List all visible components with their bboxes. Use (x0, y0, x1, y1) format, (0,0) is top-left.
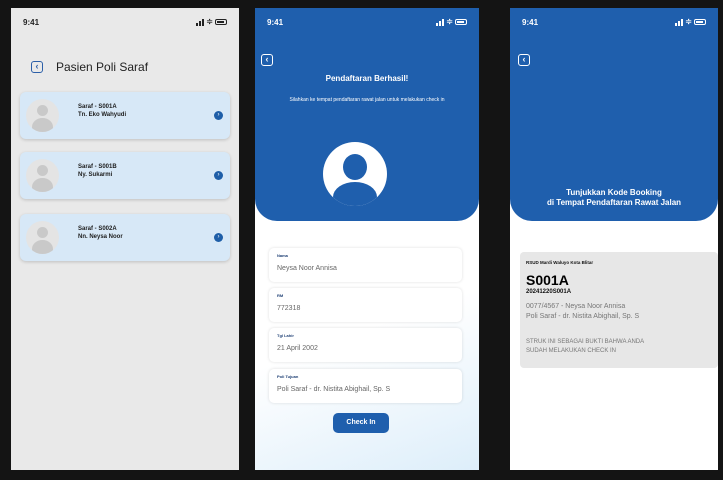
clinic-field: Poli Tujuan Poli Saraf - dr. Nistita Abi… (269, 369, 462, 403)
booking-number: 20241220S001A (526, 289, 572, 295)
field-value: 21 April 2002 (277, 345, 318, 352)
receipt-note: STRUK INI SEBAGAI BUKTI BAHWA ANDA SUDAH… (526, 338, 644, 356)
patient-name: Tn. Eko Wahyudi (78, 112, 127, 118)
instruction-text: Tunjukkan Kode Booking di Tempat Pendaft… (510, 188, 718, 208)
instruction-line: Tunjukkan Kode Booking (566, 188, 662, 197)
signal-icon (436, 18, 445, 26)
field-value: Neysa Noor Annisa (277, 265, 337, 272)
check-in-button[interactable]: Check In (333, 413, 389, 433)
status-time: 9:41 (23, 18, 40, 27)
patient-name: Nn. Neysa Noor (78, 234, 123, 240)
status-bar: 9:41 ≑ (255, 18, 479, 32)
patient-card[interactable]: Saraf - S001B Ny. Sukarmi › (20, 152, 230, 199)
status-time: 9:41 (267, 18, 284, 27)
hospital-name: RSUD Mardi Waluyo Kota Blitar (526, 260, 594, 265)
patient-code: Saraf - S002A (78, 226, 117, 232)
field-label: Nama (277, 253, 288, 258)
arrow-right-icon[interactable]: › (214, 233, 223, 242)
wifi-icon: ≑ (206, 17, 213, 26)
status-icons: ≑ (675, 18, 706, 26)
status-bar: 9:41 ≑ (510, 18, 718, 32)
registration-screen: 9:41 ≑ ‹ Pendaftaran Berhasil! Silahkan … (255, 8, 479, 470)
back-button[interactable]: ‹ (518, 54, 530, 66)
patient-list-screen: 9:41 ≑ ‹ Pasien Poli Saraf Saraf - S001A… (11, 8, 239, 470)
user-avatar-icon (323, 142, 387, 206)
wifi-icon: ≑ (685, 17, 692, 26)
booking-ticket: RSUD Mardi Waluyo Kota Blitar S001A 2024… (520, 252, 718, 368)
field-value: Poli Saraf - dr. Nistita Abighail, Sp. S (277, 386, 391, 393)
arrow-right-icon[interactable]: › (214, 171, 223, 180)
patient-info-line: 0077/4567 - Neysa Noor Annisa (526, 303, 626, 310)
avatar-icon (26, 159, 59, 192)
avatar-icon (26, 99, 59, 132)
status-time: 9:41 (522, 18, 539, 27)
back-button[interactable]: ‹ (31, 61, 43, 73)
field-label: RM (277, 293, 284, 298)
patient-card[interactable]: Saraf - S002A Nn. Neysa Noor › (20, 214, 230, 261)
signal-icon (196, 18, 205, 26)
battery-icon (215, 19, 227, 25)
name-field: Nama Neysa Noor Annisa (269, 248, 462, 282)
instruction-line: di Tempat Pendaftaran Rawat Jalan (546, 198, 682, 207)
field-label: Tgl Lahir (277, 333, 294, 338)
receipt-note-line: SUDAH MELAKUKAN CHECK IN (526, 348, 617, 354)
patient-code: Saraf - S001A (78, 104, 117, 110)
birthdate-field: Tgl Lahir 21 April 2002 (269, 328, 462, 362)
field-label: Poli Tujuan (277, 374, 299, 379)
booking-code: S001A (526, 272, 569, 288)
success-subtitle: Silahkan ke tempat pendaftaran rawat jal… (289, 97, 445, 103)
back-button[interactable]: ‹ (261, 54, 273, 66)
signal-icon (675, 18, 684, 26)
patient-info-line: Poli Saraf - dr. Nistita Abighail, Sp. S (526, 313, 640, 320)
status-bar: 9:41 ≑ (11, 18, 239, 32)
success-title: Pendaftaran Berhasil! (325, 74, 409, 83)
patient-code: Saraf - S001B (78, 164, 117, 170)
medical-record-field: RM 772318 (269, 288, 462, 322)
patient-name: Ny. Sukarmi (78, 172, 113, 178)
avatar-icon (26, 221, 59, 254)
booking-code-screen: 9:41 ≑ ‹ Tunjukkan Kode Booking di Tempa… (510, 8, 718, 470)
patient-info: 0077/4567 - Neysa Noor Annisa Poli Saraf… (526, 302, 639, 322)
status-icons: ≑ (436, 18, 467, 26)
battery-icon (455, 19, 467, 25)
patient-card[interactable]: Saraf - S001A Tn. Eko Wahyudi › (20, 92, 230, 139)
receipt-note-line: STRUK INI SEBAGAI BUKTI BAHWA ANDA (526, 339, 645, 345)
arrow-right-icon[interactable]: › (214, 111, 223, 120)
status-icons: ≑ (196, 18, 227, 26)
page-title: Pasien Poli Saraf (56, 60, 149, 74)
field-value: 772318 (277, 305, 301, 312)
wifi-icon: ≑ (446, 17, 453, 26)
battery-icon (694, 19, 706, 25)
